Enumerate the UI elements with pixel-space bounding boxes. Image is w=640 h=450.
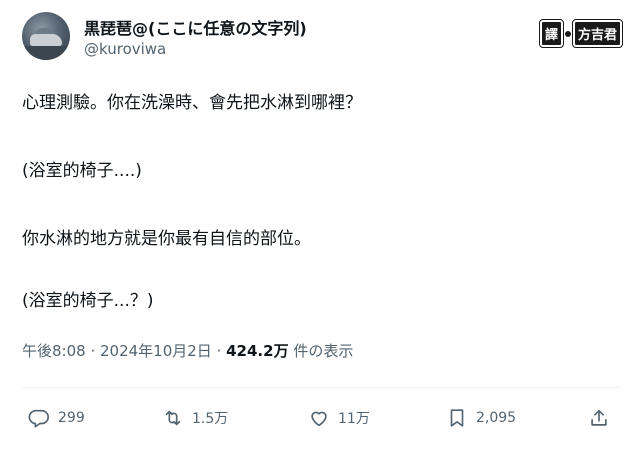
bookmark-button[interactable]: 2,095 [446, 400, 516, 436]
tweet-time[interactable]: 午後8:08 [22, 342, 86, 360]
tweet-header: 黒琵琶@(ここに任意の文字列) @kuroviwa 譯 方吉君 [22, 12, 622, 66]
divider [22, 387, 620, 388]
share-button[interactable] [588, 400, 610, 436]
meta-separator: · [85, 342, 100, 360]
reply-button[interactable]: 299 [28, 400, 85, 436]
badge-dot [564, 30, 571, 37]
like-count: 11万 [338, 411, 370, 427]
tweet-metadata: 午後8:08 · 2024年10月2日 · 424.2万 件の表示 [22, 340, 353, 361]
translator-badge-left: 譯 [539, 20, 563, 47]
tweet-date[interactable]: 2024年10月2日 [100, 342, 212, 360]
bookmark-icon [450, 409, 464, 427]
tweet-line: (浴室的椅子...？) [22, 291, 154, 311]
tweet-line: 心理測驗。你在洗澡時、會先把水淋到哪裡？ [22, 93, 362, 113]
views-label: 件の表示 [293, 342, 354, 360]
reply-count: 299 [58, 410, 85, 426]
meta-separator: · [211, 342, 227, 360]
action-bar: 299 1.5万 11万 2,095 [22, 400, 620, 436]
like-button[interactable]: 11万 [308, 400, 370, 436]
bookmark-count: 2,095 [476, 410, 517, 426]
views-count: 424.2万 [226, 342, 289, 360]
avatar[interactable] [22, 12, 70, 60]
display-name[interactable]: 黒琵琶@(ここに任意の文字列) [84, 15, 307, 39]
like-icon [311, 411, 327, 427]
tweet-line: (浴室的椅子....) [22, 161, 142, 181]
share-icon [591, 409, 607, 426]
retweet-count: 1.5万 [192, 411, 229, 427]
retweet-icon [165, 410, 181, 426]
retweet-button[interactable]: 1.5万 [162, 400, 228, 436]
translator-badge: 譯 方吉君 [539, 20, 622, 47]
translator-badge-right: 方吉君 [572, 20, 622, 47]
user-handle[interactable]: @kuroviwa [84, 40, 166, 58]
tweet-line: 你水淋的地方就是你最有自信的部位。 [22, 229, 311, 249]
reply-icon [28, 409, 49, 428]
